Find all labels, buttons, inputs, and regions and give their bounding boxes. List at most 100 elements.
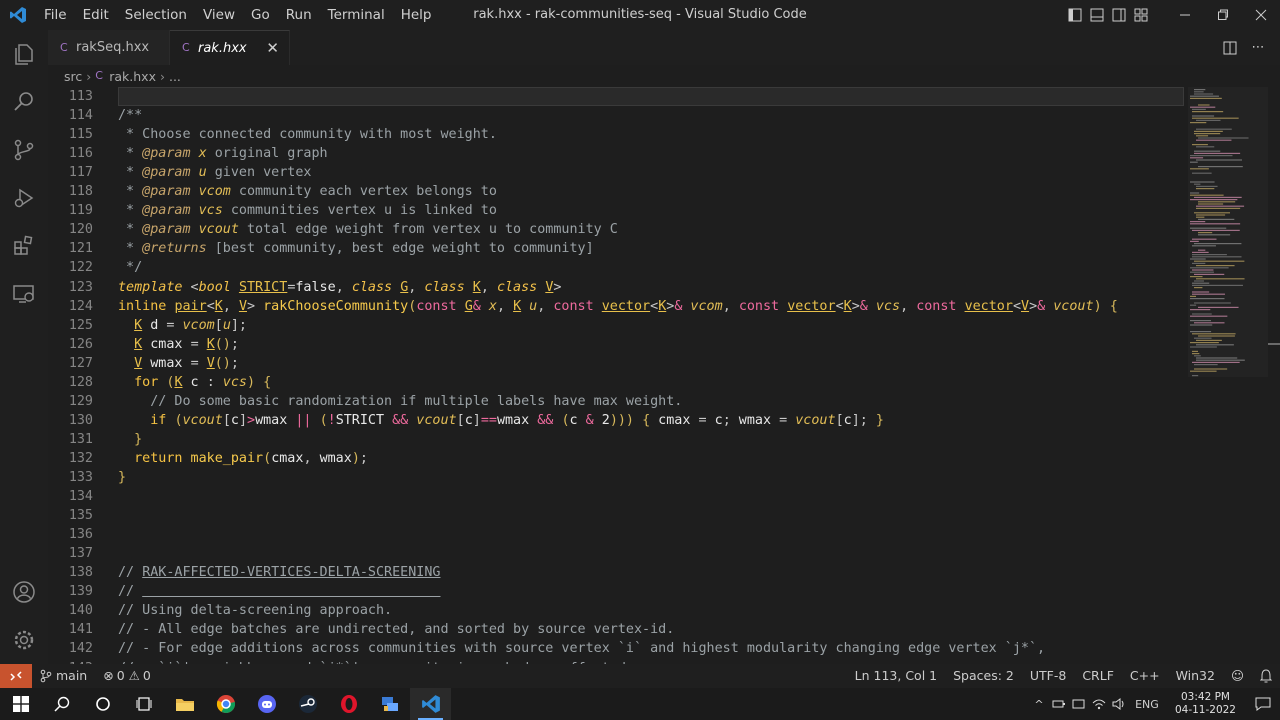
code-editor[interactable]: 113 114/** 115 * Choose connected communit… [48,87,1188,664]
code-line[interactable]: 123 template <bool STRICT=false, class G,… [48,278,1188,297]
more-actions-icon[interactable]: ⋯ [1244,30,1272,65]
toggle-panel-icon[interactable] [1086,0,1108,30]
manage-gear-icon[interactable] [0,616,48,664]
menu-selection[interactable]: Selection [117,0,195,30]
file-explorer-icon[interactable] [164,688,205,720]
code-line[interactable]: 121 * @returns [best community, best edg… [48,239,1188,258]
code-line[interactable]: 113 [48,87,1188,106]
indentation[interactable]: Spaces: 2 [945,664,1022,688]
customize-layout-icon[interactable] [1130,0,1152,30]
code-line[interactable]: 119 * @param vcs communities vertex u is… [48,201,1188,220]
branch-status[interactable]: main [32,664,95,688]
remote-indicator-icon[interactable] [0,664,32,688]
cursor-position[interactable]: Ln 113, Col 1 [847,664,945,688]
code-line[interactable]: 126 K cmax = K(); [48,335,1188,354]
menu-help[interactable]: Help [393,0,440,30]
code-line[interactable]: 139 // [48,582,1188,601]
search-taskbar-icon[interactable] [41,688,82,720]
code-line[interactable]: 131 } [48,430,1188,449]
code-line[interactable]: 138 // RAK-AFFECTED-VERTICES-DELTA-SCREEN… [48,563,1188,582]
network-app-icon[interactable] [369,688,410,720]
end-of-line[interactable]: CRLF [1074,664,1122,688]
split-editor-icon[interactable] [1216,30,1244,65]
system-tray: ^ ENG 03:42 PM 04-11-2022 [1029,688,1280,720]
onedrive-icon[interactable] [1069,688,1089,720]
code-line[interactable]: 124 inline pair<K, V> rakChooseCommunity(… [48,297,1188,316]
extensions-icon[interactable] [0,222,48,270]
code-line[interactable]: 128 for (K c : vcs) { [48,373,1188,392]
problems-status[interactable]: ⊗ 0 ⚠ 0 [95,664,159,688]
menu-go[interactable]: Go [243,0,278,30]
editor-scrollbar[interactable] [1268,87,1280,664]
code-line[interactable]: 137 [48,544,1188,563]
notification-center-icon[interactable] [1246,688,1280,720]
source-control-icon[interactable] [0,126,48,174]
remote-explorer-icon[interactable] [0,270,48,318]
code-line[interactable]: 129 // Do some basic randomization if mu… [48,392,1188,411]
tab-rakseq-hxx[interactable]: C rakSeq.hxx [48,30,170,65]
battery-icon[interactable] [1049,688,1069,720]
steam-icon[interactable] [287,688,328,720]
code-line[interactable]: 118 * @param vcom community each vertex … [48,182,1188,201]
encoding[interactable]: UTF-8 [1022,664,1074,688]
code-text: // RAK-AFFECTED-VERTICES-DELTA-SCREENING [118,565,441,581]
close-window-icon[interactable] [1242,0,1280,30]
language-mode[interactable]: C++ [1122,664,1168,688]
accounts-icon[interactable] [0,568,48,616]
minimap[interactable] [1188,87,1268,664]
breadcrumb: src › C rak.hxx › ... [48,65,1280,87]
code-line[interactable]: 133} [48,468,1188,487]
menu-terminal[interactable]: Terminal [320,0,393,30]
vscode-taskbar-icon[interactable] [410,688,451,720]
chrome-icon[interactable] [205,688,246,720]
line-number: 125 [68,317,93,333]
code-line[interactable]: 141 // - All edge batches are undirected,… [48,620,1188,639]
line-number: 139 [68,584,93,600]
code-line[interactable]: 122 */ [48,258,1188,277]
clock[interactable]: 03:42 PM 04-11-2022 [1165,691,1246,717]
code-line[interactable]: 125 K d = vcom[u]; [48,316,1188,335]
tab-rak-hxx[interactable]: C rak.hxx ✕ [170,30,290,65]
code-line[interactable]: 136 [48,525,1188,544]
code-line[interactable]: 132 return make_pair(cmax, wmax); [48,449,1188,468]
code-line[interactable]: 120 * @param vcout total edge weight fro… [48,220,1188,239]
breadcrumb-file[interactable]: rak.hxx [109,69,156,84]
close-icon[interactable]: ✕ [266,39,279,57]
opera-icon[interactable] [328,688,369,720]
chevron-up-icon[interactable]: ^ [1029,688,1049,720]
code-line[interactable]: 140 // Using delta-screening approach. [48,601,1188,620]
code-line[interactable]: 130 if (vcout[c]>wmax || (!STRICT && vco… [48,411,1188,430]
task-view-icon[interactable] [123,688,164,720]
input-language[interactable]: ENG [1129,688,1165,720]
minimize-icon[interactable] [1166,0,1204,30]
notifications-bell-icon[interactable] [1252,664,1280,688]
code-line[interactable]: 127 V wmax = V(); [48,354,1188,373]
code-line[interactable]: 115 * Choose connected community with mo… [48,125,1188,144]
cortana-icon[interactable] [82,688,123,720]
menu-view[interactable]: View [195,0,243,30]
menu-file[interactable]: File [36,0,75,30]
wifi-icon[interactable] [1089,688,1109,720]
feedback-icon[interactable]: ☺ [1223,664,1252,688]
menu-edit[interactable]: Edit [75,0,117,30]
code-line[interactable]: 117 * @param u given vertex [48,163,1188,182]
breadcrumb-folder[interactable]: src [64,69,82,84]
breadcrumb-symbol[interactable]: ... [169,69,181,84]
toggle-primary-sidebar-icon[interactable] [1064,0,1086,30]
code-line[interactable]: 116 * @param x original graph [48,144,1188,163]
explorer-icon[interactable] [0,30,48,78]
windows-start-icon[interactable] [0,688,41,720]
line-number: 124 [68,298,93,314]
code-line[interactable]: 134 [48,487,1188,506]
toggle-secondary-sidebar-icon[interactable] [1108,0,1130,30]
volume-icon[interactable] [1109,688,1129,720]
platform-config[interactable]: Win32 [1168,664,1223,688]
restore-icon[interactable] [1204,0,1242,30]
code-line[interactable]: 114 /** [48,106,1188,125]
menu-run[interactable]: Run [278,0,320,30]
code-line[interactable]: 135 [48,506,1188,525]
run-debug-icon[interactable] [0,174,48,222]
discord-icon[interactable] [246,688,287,720]
code-line[interactable]: 142 // - For edge additions across commun… [48,639,1188,658]
search-icon[interactable] [0,78,48,126]
